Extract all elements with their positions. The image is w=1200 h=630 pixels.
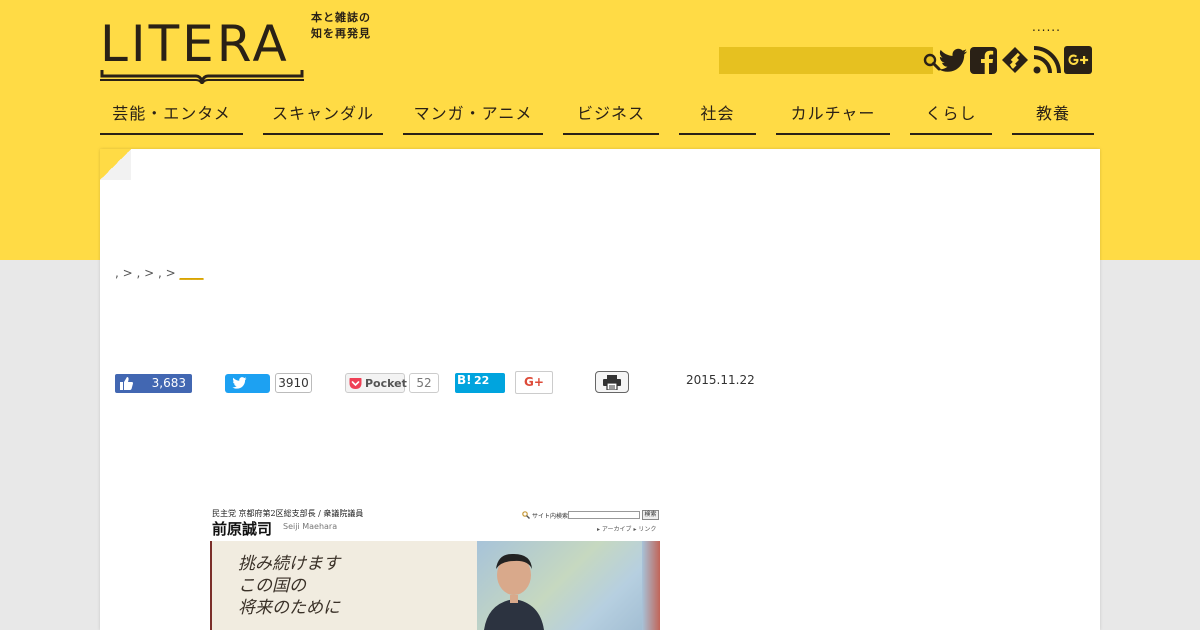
breadcrumb-separator: > (118, 266, 137, 280)
google-plus-share-button[interactable]: G+ (515, 371, 553, 394)
image-politician-name: 前原誠司 (212, 520, 273, 538)
twitter-bird-icon (232, 377, 247, 389)
nav-item-scandal[interactable]: スキャンダル (263, 100, 383, 135)
pocket-icon (349, 378, 362, 389)
nav-item-business[interactable]: ビジネス (563, 100, 659, 135)
image-search-box (568, 511, 640, 519)
book-icon (100, 70, 304, 84)
breadcrumb-separator: > (161, 266, 180, 280)
tagline-line2: 知を再発見 (311, 27, 371, 40)
thumbs-up-icon (120, 377, 133, 390)
logo-tagline: 本と雑誌の 知を再発見 (311, 10, 371, 42)
image-copy-line3: 将来のために (238, 598, 340, 618)
politician-portrait (484, 553, 544, 630)
pocket-label: Pocket (365, 377, 407, 390)
hatena-b-label: B! (457, 373, 472, 387)
page-fold-corner (100, 149, 131, 180)
facebook-icon[interactable] (969, 45, 999, 75)
facebook-like-button[interactable]: 3,683 (115, 374, 192, 393)
main-nav: 芸能・エンタメ スキャンダル マンガ・アニメ ビジネス 社会 カルチャー くらし… (100, 100, 1094, 136)
breadcrumb-separator: > (140, 266, 159, 280)
print-button[interactable] (595, 371, 629, 393)
search-box (719, 47, 941, 74)
tweet-button[interactable] (225, 374, 270, 393)
nav-item-entertainment[interactable]: 芸能・エンタメ (100, 100, 243, 135)
tagline-line1: 本と雑誌の (311, 11, 371, 24)
tweet-count: 3910 (275, 373, 312, 393)
nav-item-lifestyle[interactable]: くらし (910, 100, 992, 135)
breadcrumb: , > , > , > ____ (115, 266, 208, 280)
like-count: 3,683 (151, 376, 186, 390)
nav-item-culture[interactable]: カルチャー (776, 100, 890, 135)
image-hero: 挑み続けます この国の 将来のために (210, 541, 660, 630)
printer-icon (603, 375, 621, 390)
header-dots: ...... (1032, 20, 1061, 34)
pocket-button[interactable]: Pocket (345, 373, 407, 393)
nav-item-society[interactable]: 社会 (679, 100, 756, 135)
image-politician-roman: Seiji Maehara (283, 522, 338, 531)
nav-item-manga-anime[interactable]: マンガ・アニメ (403, 100, 543, 135)
article-image[interactable]: 民主党 京都府第2区総支部長 / 衆議院議員 前原誠司 Seiji Maehar… (210, 505, 660, 630)
site-logo[interactable]: LITERA 本と雑誌の 知を再発見 (100, 11, 380, 86)
logo-wordmark: LITERA (100, 15, 290, 73)
rss-icon[interactable] (1032, 45, 1062, 75)
feedly-icon[interactable] (1000, 45, 1030, 75)
search-input[interactable] (719, 47, 907, 74)
magnifier-icon (522, 511, 530, 519)
map-edge (642, 541, 660, 630)
pocket-count: 52 (409, 373, 439, 393)
hatena-count: 22 (474, 374, 490, 387)
breadcrumb-current: ____ (179, 266, 204, 280)
google-plus-icon[interactable] (1063, 45, 1093, 75)
nav-item-education[interactable]: 教養 (1012, 100, 1094, 135)
image-copy-line2: この国の (238, 576, 306, 596)
image-copy: 挑み続けます この国の 将来のために (238, 553, 340, 619)
image-copy-line1: 挑み続けます (238, 554, 340, 574)
image-links: ▸ アーカイブ ▸ リンク (597, 526, 657, 533)
hatena-bookmark-button[interactable]: B! 22 (455, 373, 505, 393)
article-date: 2015.11.22 (686, 373, 755, 387)
twitter-icon[interactable] (938, 45, 968, 75)
image-search-button: 検索 (642, 510, 659, 520)
image-search-label: サイト内検索 (532, 513, 569, 520)
